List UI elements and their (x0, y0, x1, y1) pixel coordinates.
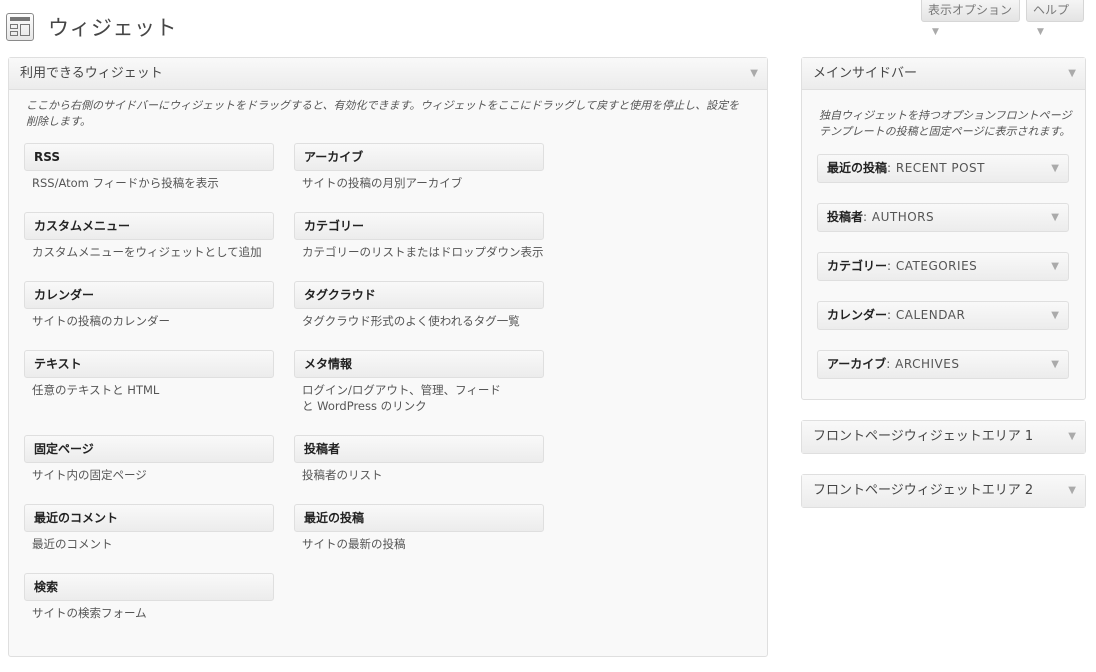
help-label: ヘルプ (1033, 3, 1070, 17)
icon-column (20, 24, 30, 36)
available-widgets-header[interactable]: 利用できるウィジェット ▼ (9, 58, 767, 90)
sidebar-widget-calendar[interactable]: カレンダー: CALENDAR ▼ (817, 301, 1069, 330)
widget-description: 最近のコメント (32, 537, 113, 551)
front-widget-area-1-header[interactable]: フロントページウィジェットエリア 1 ▼ (802, 421, 1085, 453)
widget-description: カテゴリーのリストまたはドロップダウン表示 (302, 245, 544, 259)
sidebar-widget-title: : RECENT POST (887, 161, 986, 175)
widget-pages[interactable]: 固定ページ (24, 435, 274, 463)
sidebar-widget-archives[interactable]: アーカイブ: ARCHIVES ▼ (817, 350, 1069, 379)
widgets-page-icon (6, 13, 34, 41)
sidebar-widget-authors[interactable]: 投稿者: AUTHORS ▼ (817, 203, 1069, 232)
widget-description: 任意のテキストと HTML (32, 383, 160, 397)
sidebar-widget-name: カレンダー (827, 308, 888, 322)
sidebar-widget-title: : CALENDAR (887, 308, 966, 322)
widget-description: サイト内の固定ページ (32, 468, 147, 482)
expand-arrow-icon[interactable]: ▼ (1051, 204, 1059, 231)
screen-options-label: 表示オプション (928, 3, 1013, 17)
widget-description: サイトの投稿のカレンダー (32, 314, 170, 328)
sidebar-widget-recent-posts[interactable]: 最近の投稿: RECENT POST ▼ (817, 154, 1069, 183)
main-sidebar-title: メインサイドバー (813, 66, 918, 81)
icon-bar (10, 17, 30, 21)
page-title: ウィジェット (48, 16, 177, 40)
collapse-arrow-icon[interactable]: ▼ (750, 58, 758, 90)
sidebar-widget-name: アーカイブ (827, 357, 887, 371)
sidebar-widget-title: : ARCHIVES (886, 357, 960, 371)
icon-box (10, 31, 18, 36)
widget-categories[interactable]: カテゴリー (294, 212, 544, 240)
main-sidebar-panel: メインサイドバー ▼ 独自ウィジェットを持つオプションフロントページテンプレート… (801, 57, 1086, 400)
front-widget-area-2-title: フロントページウィジェットエリア 2 (813, 483, 1034, 498)
widget-custom-menu[interactable]: カスタムメニュー (24, 212, 274, 240)
main-sidebar-header[interactable]: メインサイドバー ▼ (802, 58, 1085, 90)
collapse-arrow-icon[interactable]: ▼ (1068, 58, 1076, 90)
expand-arrow-icon[interactable]: ▼ (1051, 155, 1059, 182)
front-widget-area-1-title: フロントページウィジェットエリア 1 (813, 429, 1034, 444)
sidebar-widget-title: : CATEGORIES (887, 259, 978, 273)
widget-recent-posts[interactable]: 最近の投稿 (294, 504, 544, 532)
chevron-down-icon: ▼ (932, 27, 939, 37)
widget-search[interactable]: 検索 (24, 573, 274, 601)
screen-options-tab[interactable]: 表示オプション ▼ (921, 0, 1020, 37)
sidebar-widget-name: 最近の投稿 (827, 161, 888, 175)
widget-text[interactable]: テキスト (24, 350, 274, 378)
widget-description: タグクラウド形式のよく使われるタグ一覧 (302, 314, 520, 328)
widget-authors[interactable]: 投稿者 (294, 435, 544, 463)
widget-description: 投稿者のリスト (302, 468, 383, 482)
widget-archives[interactable]: アーカイブ (294, 143, 544, 171)
sidebar-widget-name: カテゴリー (827, 259, 888, 273)
widget-rss[interactable]: RSS (24, 143, 274, 171)
expand-arrow-icon[interactable]: ▼ (1051, 253, 1059, 280)
front-widget-area-2-header[interactable]: フロントページウィジェットエリア 2 ▼ (802, 475, 1085, 507)
expand-arrow-icon[interactable]: ▼ (1051, 302, 1059, 329)
expand-arrow-icon[interactable]: ▼ (1051, 351, 1059, 378)
available-widgets-description: ここから右側のサイドバーにウィジェットをドラッグすると、有効化できます。ウィジェ… (26, 99, 740, 128)
widget-description: ログイン/ログアウト、管理、フィードと WordPress のリンク (302, 383, 501, 413)
widget-description: サイトの最新の投稿 (302, 537, 406, 551)
sidebar-widget-title: : AUTHORS (863, 210, 935, 224)
available-widgets-panel: 利用できるウィジェット ▼ ここから右側のサイドバーにウィジェットをドラッグする… (8, 57, 768, 657)
help-tab[interactable]: ヘルプ ▼ (1026, 0, 1084, 37)
front-widget-area-2-panel: フロントページウィジェットエリア 2 ▼ (801, 474, 1086, 508)
widget-calendar[interactable]: カレンダー (24, 281, 274, 309)
widget-description: RSS/Atom フィードから投稿を表示 (32, 176, 219, 190)
chevron-down-icon: ▼ (1037, 27, 1044, 37)
widget-description: サイトの投稿の月別アーカイブ (302, 176, 463, 190)
widget-description: カスタムメニューをウィジェットとして追加 (32, 245, 262, 259)
sidebar-widget-categories[interactable]: カテゴリー: CATEGORIES ▼ (817, 252, 1069, 281)
front-widget-area-1-panel: フロントページウィジェットエリア 1 ▼ (801, 420, 1086, 454)
collapse-arrow-icon[interactable]: ▼ (1068, 475, 1076, 507)
widget-description: サイトの検索フォーム (32, 606, 147, 620)
widget-recent-comments[interactable]: 最近のコメント (24, 504, 274, 532)
main-sidebar-description: 独自ウィジェットを持つオプションフロントページテンプレートの投稿と固定ページに表… (819, 109, 1072, 138)
available-widgets-title: 利用できるウィジェット (20, 66, 163, 81)
sidebar-widget-name: 投稿者 (827, 210, 864, 224)
widget-meta[interactable]: メタ情報 (294, 350, 544, 378)
widget-tag-cloud[interactable]: タグクラウド (294, 281, 544, 309)
icon-box (10, 24, 18, 29)
collapse-arrow-icon[interactable]: ▼ (1068, 421, 1076, 453)
